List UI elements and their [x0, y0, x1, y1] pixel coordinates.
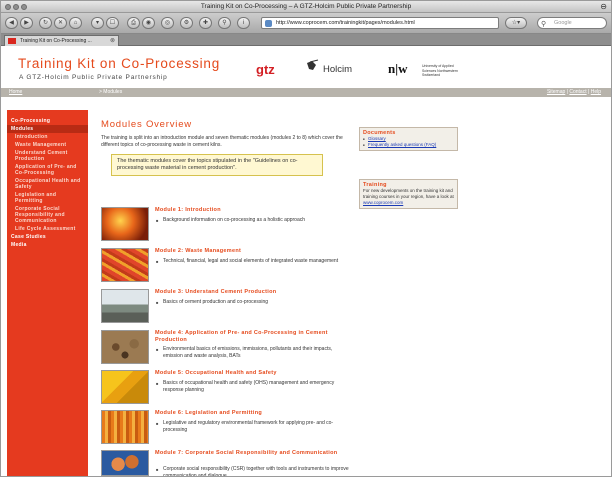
help-link[interactable]: Help: [591, 89, 601, 95]
site-subtitle: A GTZ-Holcim Public Private Partnership: [19, 74, 168, 81]
intro-text: The training is split into an introducti…: [101, 135, 343, 148]
extension-icon[interactable]: ⚙: [180, 17, 193, 29]
tab-training-kit[interactable]: Training Kit on Co-Processing ... ⊗: [4, 35, 119, 46]
tab-favicon-icon: [8, 38, 16, 44]
module-thumbnail-waste[interactable]: [101, 248, 149, 282]
module-description: Legislative and regulatory environmental…: [155, 420, 350, 434]
main-content: Modules Overview The training is split i…: [101, 119, 351, 176]
fhnw-logo[interactable]: n|w: [388, 61, 407, 77]
module-description: Environmental basics of emissions, immis…: [155, 346, 350, 360]
cookie-icon[interactable]: ◎: [161, 17, 174, 29]
search-icon: ⚲: [541, 21, 547, 28]
home-icon[interactable]: ⌂: [69, 17, 82, 29]
window-title: Training Kit on Co-Processing – A GTZ-Ho…: [200, 3, 412, 10]
module-description: Background information on co-processing …: [155, 217, 350, 224]
holcim-logo-text: Holcim: [323, 64, 353, 75]
tab-bar: Training Kit on Co-Processing ... ⊗: [1, 34, 611, 46]
module-title-link[interactable]: Module 4: Application of Pre- and Co-Pro…: [155, 330, 355, 343]
print-icon[interactable]: ⎙: [127, 17, 140, 29]
module-thumbnail-legislation[interactable]: [101, 410, 149, 444]
view-source-icon[interactable]: ◉: [142, 17, 155, 29]
star-dropdown-icon[interactable]: ☆▾: [505, 17, 527, 29]
info-icon[interactable]: i: [237, 17, 250, 29]
module-thumbnail-fire[interactable]: [101, 207, 149, 241]
breadcrumb-home-link[interactable]: Home: [9, 89, 22, 95]
module-title-link[interactable]: Module 5: Occupational Health and Safety: [155, 370, 355, 377]
module-description: Technical, financial, legal and social e…: [155, 258, 350, 265]
search-placeholder: Google: [554, 20, 572, 26]
training-box: Training For new developments on the tra…: [359, 179, 458, 209]
module-title-link[interactable]: Module 3: Understand Cement Production: [155, 289, 355, 296]
forward-icon[interactable]: ▶: [20, 17, 33, 29]
documents-box: Documents Glossary Frequently asked ques…: [359, 127, 458, 151]
search-engine-icon[interactable]: ⚲: [218, 17, 231, 29]
sidebar-item-pre-co-processing[interactable]: Application of Pre- and Co-Processing: [7, 163, 88, 177]
contact-link[interactable]: Contact: [569, 89, 586, 95]
note-box: The thematic modules cover the topics st…: [111, 154, 323, 176]
back-icon[interactable]: ◀: [5, 17, 18, 29]
breadcrumb-bar: Home > Modules Sitemap | Contact | Help: [1, 88, 611, 97]
sidebar-item-waste-management[interactable]: Waste Management: [7, 141, 88, 149]
reload-icon[interactable]: ↻: [39, 17, 52, 29]
bookmark-add-icon[interactable]: ✚: [199, 17, 212, 29]
faq-link[interactable]: Frequently asked questions (FAQ): [363, 142, 454, 148]
breadcrumb-current: > Modules: [99, 89, 123, 95]
module-thumbnail-cement-plant[interactable]: [101, 289, 149, 323]
link-separator: |: [566, 89, 568, 95]
sidebar-nav: Co-Processing Modules Introduction Waste…: [7, 110, 88, 476]
sidebar-item-health-safety[interactable]: Occupational Health and Safety: [7, 177, 88, 191]
sidebar-item-media[interactable]: Media: [7, 241, 88, 249]
history-icon[interactable]: ▾: [91, 17, 104, 29]
training-text: For new developments on the training kit…: [363, 188, 454, 199]
site-header: Training Kit on Co-Processing A GTZ-Holc…: [1, 47, 611, 88]
toolbar-toggle-button[interactable]: ⊖: [600, 2, 607, 11]
web-page: Training Kit on Co-Processing A GTZ-Holc…: [1, 47, 611, 476]
module-thumbnail-material[interactable]: [101, 330, 149, 364]
module-title-link[interactable]: Module 6: Legislation and Permitting: [155, 410, 355, 417]
module-title-link[interactable]: Module 2: Waste Management: [155, 248, 355, 255]
sidebar-item-case-studies[interactable]: Case Studies: [7, 233, 88, 241]
page-title: Modules Overview: [101, 119, 192, 130]
module-description: Basics of cement production and co-proce…: [155, 299, 350, 306]
bookmarks-icon[interactable]: ☐: [106, 17, 119, 29]
module-description: Corporate social responsibility (CSR) to…: [155, 466, 350, 476]
sidebar-item-csr[interactable]: Corporate Social Responsibility and Comm…: [7, 205, 88, 225]
sidebar-item-modules[interactable]: Modules: [7, 125, 88, 133]
tab-close-icon[interactable]: ⊗: [110, 36, 115, 46]
sidebar-item-legislation[interactable]: Legislation and Permitting: [7, 191, 88, 205]
browser-window: Training Kit on Co-Processing – A GTZ-Ho…: [0, 0, 612, 477]
site-title: Training Kit on Co-Processing: [18, 56, 221, 71]
module-title-link[interactable]: Module 1: Introduction: [155, 207, 355, 214]
sidebar-item-cement-production[interactable]: Understand Cement Production: [7, 149, 88, 163]
url-text: http://www.coprocem.com/trainingkit/page…: [276, 20, 415, 26]
sitemap-link[interactable]: Sitemap: [547, 89, 565, 95]
title-bar: Training Kit on Co-Processing – A GTZ-Ho…: [1, 1, 611, 13]
coprocem-link[interactable]: www.coprocem.com: [363, 200, 403, 205]
site-favicon-icon: [265, 20, 272, 27]
search-input[interactable]: ⚲ Google: [537, 17, 607, 29]
stop-icon[interactable]: ✕: [54, 17, 67, 29]
module-thumbnail-csr[interactable]: [101, 450, 149, 476]
tab-label: Training Kit on Co-Processing ...: [20, 38, 92, 44]
module-thumbnail-safety[interactable]: [101, 370, 149, 404]
sidebar-item-lca[interactable]: Life Cycle Assessment: [7, 225, 88, 233]
sidebar-item-introduction[interactable]: Introduction: [7, 133, 88, 141]
module-description: Basics of occupational health and safety…: [155, 380, 350, 394]
module-title-link[interactable]: Module 7: Corporate Social Responsibilit…: [155, 450, 355, 457]
link-separator: |: [588, 89, 590, 95]
top-links: Sitemap | Contact | Help: [547, 89, 601, 95]
url-input[interactable]: http://www.coprocem.com/trainingkit/page…: [261, 17, 499, 29]
gtz-logo[interactable]: gtz: [256, 62, 275, 77]
sidebar-item-co-processing[interactable]: Co-Processing: [7, 117, 88, 125]
browser-toolbar: ◀ ▶ ↻ ✕ ⌂ ▾ ☐ ⎙ ◉ ◎ ⚙ ✚ ⚲ i http://www.c…: [1, 13, 611, 34]
fhnw-logo-text: University of Applied Sciences Northwest…: [422, 64, 458, 77]
